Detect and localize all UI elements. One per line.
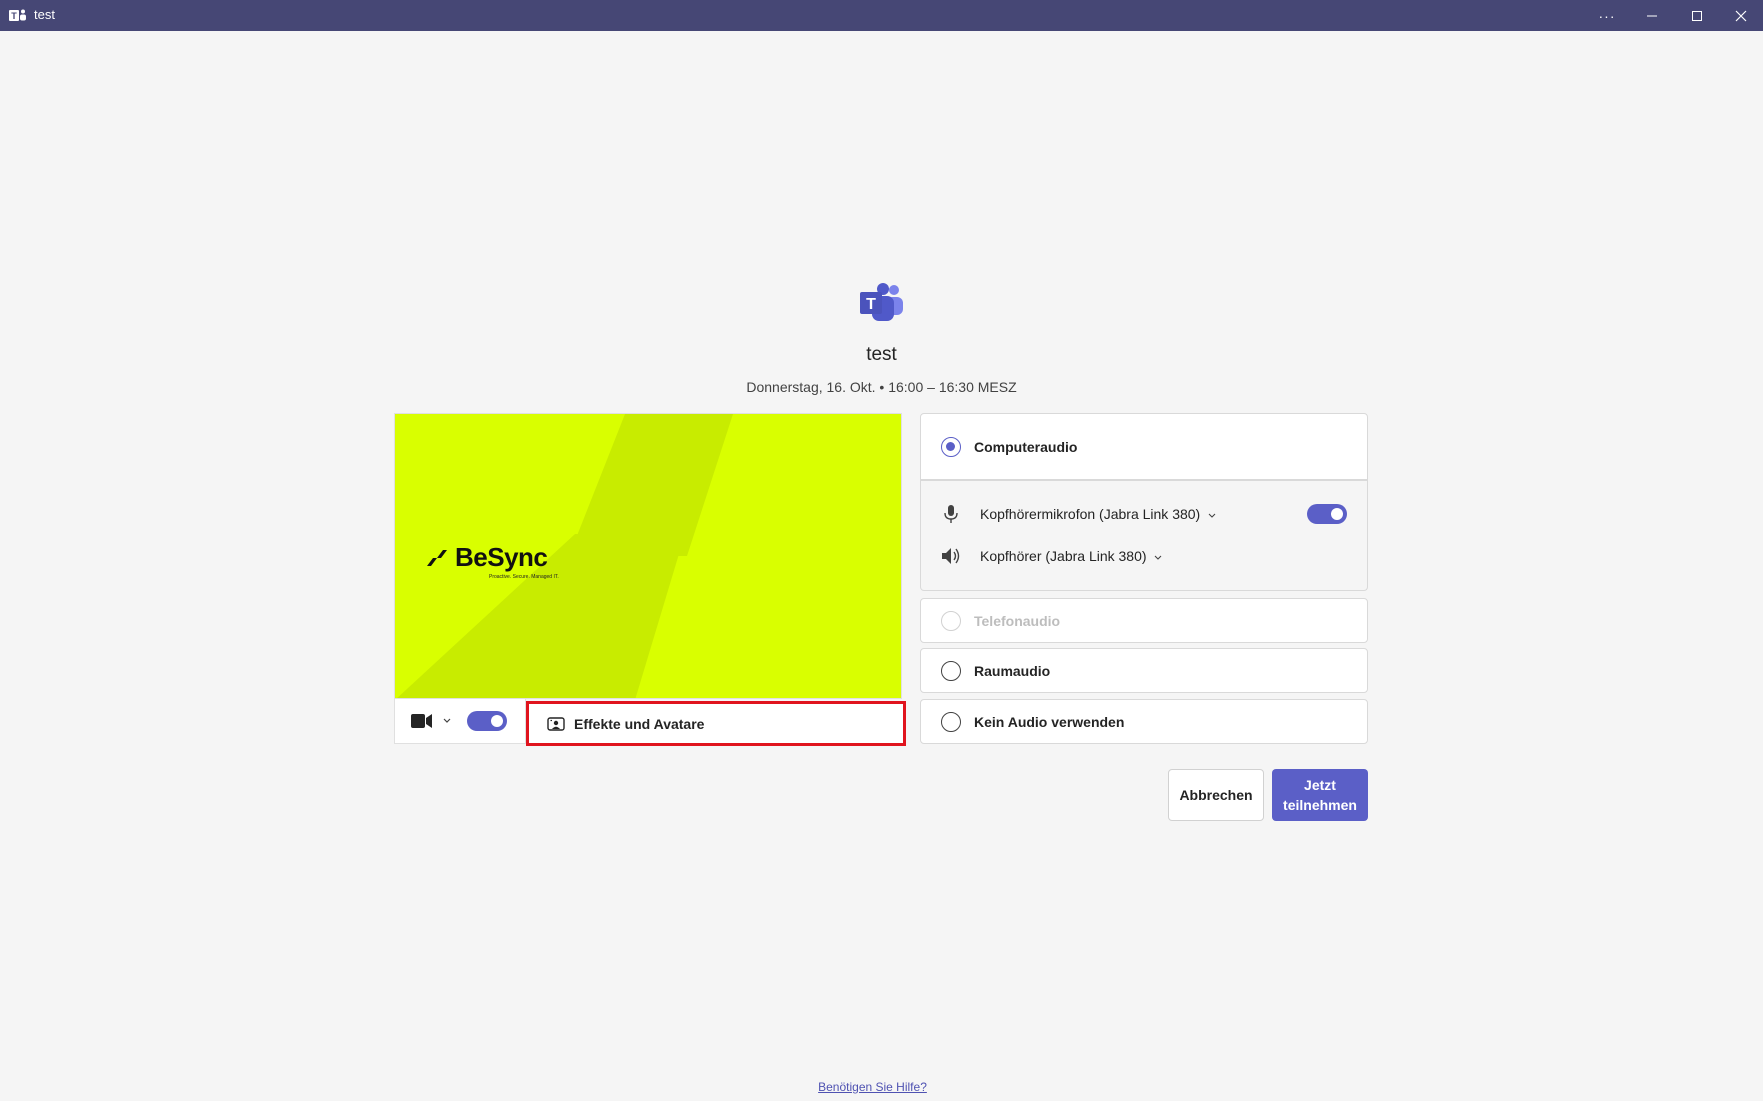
room-audio-option[interactable]: Raumaudio [920, 648, 1368, 693]
svg-text:T: T [866, 296, 876, 313]
speaker-icon [942, 548, 960, 564]
video-preview: BeSync Proactive. Secure. Managed IT. [394, 413, 902, 699]
computer-audio-label: Computeraudio [974, 439, 1078, 455]
computer-audio-radio[interactable] [941, 437, 961, 457]
no-audio-option[interactable]: Kein Audio verwenden [920, 699, 1368, 744]
microphone-toggle[interactable] [1307, 504, 1347, 524]
phone-audio-radio[interactable] [941, 611, 961, 631]
cancel-button[interactable]: Abbrechen [1168, 769, 1264, 821]
camera-toggle[interactable] [467, 711, 507, 731]
meeting-time: Donnerstag, 16. Okt. • 16:00 – 16:30 MES… [746, 379, 1017, 395]
phone-audio-option[interactable]: Telefonaudio [920, 598, 1368, 643]
more-options-button[interactable]: ··· [1585, 0, 1629, 31]
camera-controls [394, 699, 526, 744]
audio-device-settings: Kopfhörermikrofon (Jabra Link 380) Kopfh… [920, 481, 1368, 591]
effects-and-avatars-button[interactable]: Effekte und Avatare [526, 701, 906, 746]
close-icon [1735, 10, 1747, 21]
maximize-icon [1692, 10, 1702, 21]
svg-text:T: T [11, 11, 17, 21]
maximize-button[interactable] [1675, 0, 1719, 31]
join-now-button[interactable]: Jetzt teilnehmen [1272, 769, 1368, 821]
close-window-button[interactable] [1719, 0, 1763, 31]
microphone-icon [944, 505, 958, 523]
microphone-select[interactable]: Kopfhörermikrofon (Jabra Link 380) [980, 506, 1216, 522]
effects-icon [547, 716, 565, 731]
computer-audio-option[interactable]: Computeraudio [920, 413, 1368, 481]
chevron-down-icon [1155, 555, 1162, 560]
camera-icon[interactable] [411, 713, 433, 729]
meeting-title: test [866, 344, 897, 365]
teams-app-icon: T [9, 9, 26, 21]
help-link[interactable]: Benötigen Sie Hilfe? [0, 1080, 1745, 1094]
besync-logo: BeSync Proactive. Secure. Managed IT. [425, 542, 559, 580]
window-title: test [34, 7, 55, 22]
speaker-row: Kopfhörer (Jabra Link 380) [921, 544, 1367, 568]
microphone-label: Kopfhörermikrofon (Jabra Link 380) [980, 506, 1201, 522]
chevron-down-icon [1208, 513, 1216, 518]
more-icon: ··· [1598, 7, 1616, 24]
minimize-button[interactable] [1630, 0, 1674, 31]
besync-mark-icon [427, 549, 447, 566]
minimize-icon [1647, 15, 1657, 16]
chevron-down-icon[interactable] [443, 718, 451, 724]
speaker-label: Kopfhörer (Jabra Link 380) [980, 548, 1147, 564]
brand-name: BeSync [455, 542, 548, 572]
no-audio-label: Kein Audio verwenden [974, 714, 1125, 730]
brand-tagline: Proactive. Secure. Managed IT. [489, 574, 559, 580]
room-audio-radio[interactable] [941, 661, 961, 681]
effects-label: Effekte und Avatare [574, 715, 705, 732]
speaker-select[interactable]: Kopfhörer (Jabra Link 380) [980, 548, 1162, 564]
microphone-row: Kopfhörermikrofon (Jabra Link 380) [921, 502, 1367, 526]
room-audio-label: Raumaudio [974, 663, 1051, 679]
teams-logo-icon: T [860, 283, 903, 321]
no-audio-radio[interactable] [941, 712, 961, 732]
title-bar: T test ··· [0, 0, 1763, 31]
phone-audio-label: Telefonaudio [974, 613, 1061, 629]
